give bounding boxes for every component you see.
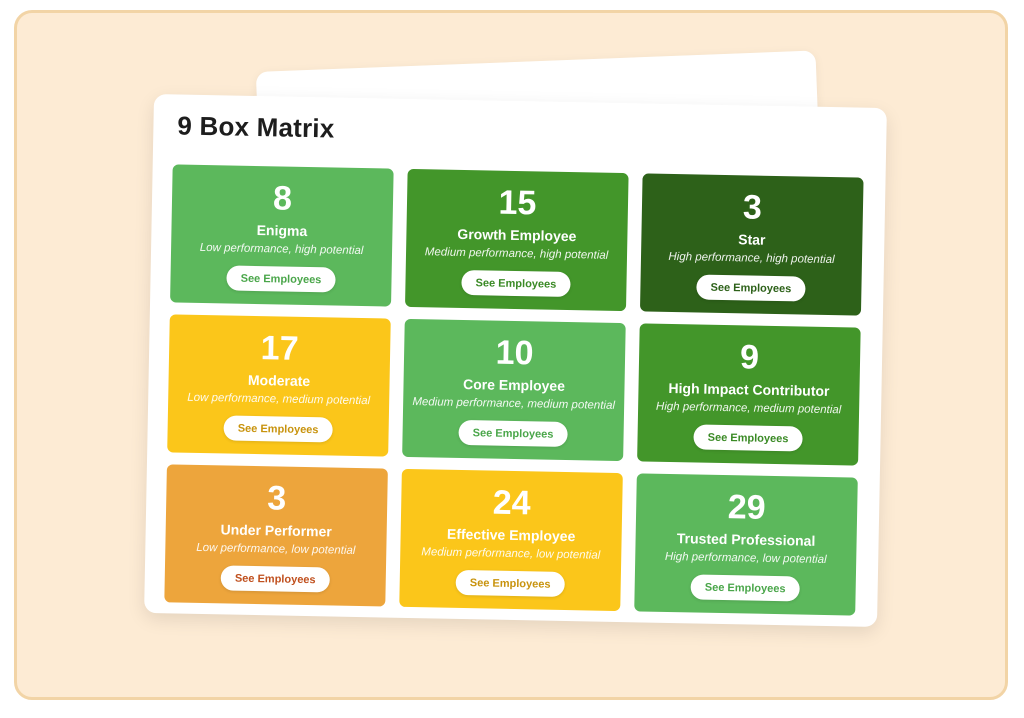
- box-label: Core Employee: [462, 375, 566, 394]
- box-description: Low performance, medium potential: [187, 391, 371, 408]
- box-count: 17: [260, 329, 299, 368]
- see-employees-button[interactable]: See Employees: [458, 419, 568, 448]
- see-employees-button[interactable]: See Employees: [226, 265, 336, 293]
- matrix-grid: 8 Enigma Low performance, high potential…: [164, 164, 864, 616]
- box-effective-employee: 24 Effective Employee Medium performance…: [399, 468, 623, 612]
- box-label: High Impact Contributor: [668, 379, 830, 400]
- box-count: 24: [492, 483, 532, 523]
- box-label: Moderate: [247, 371, 311, 390]
- box-count: 9: [739, 338, 760, 377]
- see-employees-button[interactable]: See Employees: [696, 274, 806, 302]
- box-count: 15: [498, 183, 537, 223]
- box-count: 10: [495, 333, 534, 373]
- box-label: Effective Employee: [446, 525, 576, 545]
- box-label: Star: [738, 231, 766, 248]
- box-description: Medium performance, low potential: [421, 546, 601, 562]
- box-star: 3 Star High performance, high potential …: [639, 173, 864, 316]
- see-employees-button[interactable]: See Employees: [455, 569, 565, 597]
- box-description: Low performance, low potential: [196, 541, 356, 557]
- see-employees-button[interactable]: See Employees: [690, 574, 800, 602]
- box-label: Under Performer: [220, 521, 332, 540]
- box-count: 29: [727, 488, 766, 527]
- box-description: High performance, medium potential: [655, 400, 842, 417]
- box-description: Low performance, high potential: [199, 241, 364, 258]
- see-employees-button[interactable]: See Employees: [461, 269, 571, 298]
- background-frame: 9 Box Matrix 8 Enigma Low performance, h…: [14, 10, 1008, 700]
- box-description: Medium performance, medium potential: [412, 396, 616, 412]
- see-employees-button[interactable]: See Employees: [693, 424, 803, 452]
- box-count: 3: [742, 188, 763, 227]
- box-count: 3: [266, 479, 287, 518]
- box-label: Growth Employee: [457, 225, 577, 245]
- see-employees-button[interactable]: See Employees: [220, 565, 330, 593]
- page-title: 9 Box Matrix: [177, 110, 335, 144]
- box-count: 8: [272, 179, 293, 218]
- box-enigma: 8 Enigma Low performance, high potential…: [170, 164, 394, 307]
- box-description: High performance, high potential: [668, 250, 835, 267]
- box-moderate: 17 Moderate Low performance, medium pote…: [167, 314, 391, 457]
- box-core-employee: 10 Core Employee Medium performance, med…: [402, 318, 626, 462]
- box-growth-employee: 15 Growth Employee Medium performance, h…: [405, 168, 629, 312]
- box-high-impact-contributor: 9 High Impact Contributor High performan…: [637, 323, 861, 466]
- see-employees-button[interactable]: See Employees: [223, 415, 333, 443]
- box-under-performer: 3 Under Performer Low performance, low p…: [164, 464, 388, 607]
- box-description: Medium performance, high potential: [424, 246, 609, 262]
- box-trusted-professional: 29 Trusted Professional High performance…: [634, 473, 858, 616]
- nine-box-matrix-card: 9 Box Matrix 8 Enigma Low performance, h…: [144, 94, 887, 627]
- box-label: Enigma: [256, 222, 308, 239]
- box-label: Trusted Professional: [676, 530, 816, 549]
- box-description: High performance, low potential: [664, 550, 827, 567]
